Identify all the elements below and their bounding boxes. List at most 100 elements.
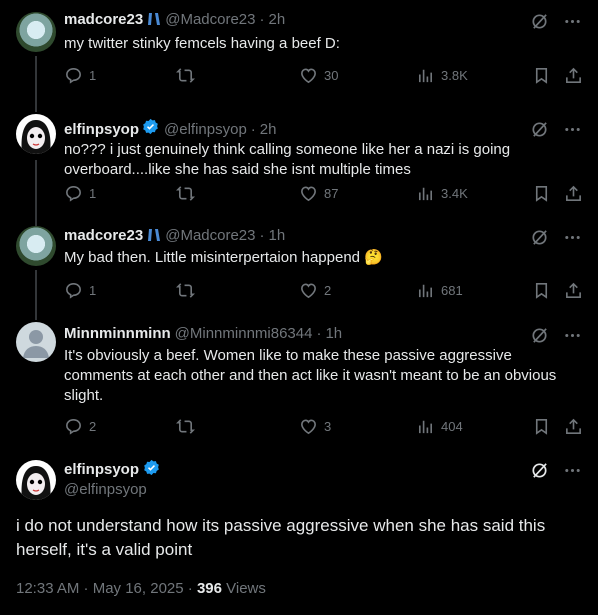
tweet-reply[interactable]: elfinpsyop @elfinpsyop · 2h no??? i just…: [0, 108, 598, 226]
like-button[interactable]: 3: [299, 417, 331, 436]
verified-badge-icon: [142, 118, 159, 141]
retweet-icon: [176, 283, 195, 298]
share-button[interactable]: [564, 417, 583, 436]
tweet-top-actions: [530, 12, 582, 31]
bookmark-button[interactable]: [532, 417, 551, 436]
reply-button[interactable]: 2: [64, 417, 96, 436]
bookmark-button[interactable]: [532, 184, 551, 203]
tweet-actions: 1 2 681: [64, 281, 584, 301]
view-count: 404: [441, 419, 463, 434]
reply-button[interactable]: 1: [64, 66, 96, 85]
user-handle[interactable]: @elfinpsyop: [164, 120, 247, 140]
bookmark-icon: [535, 186, 548, 202]
retweet-icon: [176, 419, 195, 434]
user-handle[interactable]: @elfinpsyop: [64, 481, 147, 498]
like-count: 87: [324, 186, 339, 201]
reply-count: 1: [89, 283, 97, 298]
tweet-header: madcore23 @Madcore23 · 2h: [64, 10, 285, 30]
tweet-top-actions: [530, 326, 582, 345]
views-button[interactable]: 681: [416, 281, 463, 300]
avatar[interactable]: [16, 322, 56, 362]
avatar[interactable]: [16, 226, 56, 266]
share-button[interactable]: [564, 184, 583, 203]
separator-dot: ·: [250, 120, 256, 138]
reply-icon: [66, 419, 81, 435]
heart-icon: [301, 283, 316, 299]
timestamp[interactable]: 12:33 AM · May 16, 2025 ·: [16, 580, 197, 597]
user-handle[interactable]: @Madcore23: [165, 10, 255, 30]
avatar[interactable]: [16, 12, 56, 52]
more-icon[interactable]: [563, 228, 582, 247]
display-name[interactable]: Minnminnminn: [64, 324, 171, 344]
grok-icon[interactable]: [530, 326, 549, 345]
bookmark-button[interactable]: [532, 66, 551, 85]
bookmark-button[interactable]: [532, 281, 551, 300]
grok-icon[interactable]: [530, 12, 549, 31]
reply-button[interactable]: 1: [64, 281, 96, 300]
reply-count: 2: [89, 419, 97, 434]
more-icon[interactable]: [563, 12, 582, 31]
like-button[interactable]: 87: [299, 184, 338, 203]
share-icon: [566, 67, 581, 83]
retweet-icon: [176, 68, 195, 83]
views-button[interactable]: 404: [416, 417, 463, 436]
share-button[interactable]: [564, 66, 583, 85]
reply-button[interactable]: 1: [64, 184, 96, 203]
like-count: 3: [324, 419, 332, 434]
timestamp[interactable]: 2h: [260, 120, 277, 140]
avatar[interactable]: [16, 460, 56, 500]
retweet-button[interactable]: [176, 66, 195, 85]
bookmark-icon: [535, 419, 548, 435]
tweet-header: Minnminnminn @Minnminnmi86344 · 1h: [64, 324, 342, 344]
tweet-text: my twitter stinky femcels having a beef …: [64, 35, 340, 52]
retweet-button[interactable]: [176, 417, 195, 436]
timestamp[interactable]: 1h: [325, 324, 342, 344]
display-name[interactable]: elfinpsyop: [64, 461, 139, 478]
user-handle[interactable]: @Minnminnmi86344: [175, 324, 313, 344]
retweet-button[interactable]: [176, 281, 195, 300]
display-name[interactable]: madcore23: [64, 226, 143, 246]
tweet-top-actions: [530, 228, 582, 247]
share-button[interactable]: [564, 281, 583, 300]
separator-dot: ·: [259, 227, 265, 244]
more-icon[interactable]: [563, 461, 582, 480]
heart-icon: [301, 419, 316, 435]
tweet-reply[interactable]: Minnminnminn @Minnminnmi86344 · 1h It's …: [0, 316, 598, 450]
tweet-reply[interactable]: madcore23 @Madcore23 · 2h my twitter sti…: [0, 0, 598, 108]
tweet-reply[interactable]: madcore23 @Madcore23 · 1h My bad then. L…: [0, 226, 598, 316]
views-chart-icon: [418, 284, 433, 298]
views-chart-icon: [418, 69, 433, 83]
like-button[interactable]: 30: [299, 66, 338, 85]
reply-icon: [66, 186, 81, 202]
thread-line: [35, 56, 37, 108]
grok-icon[interactable]: [530, 120, 549, 139]
tweet-actions: 2 3 404: [64, 417, 584, 437]
user-handle[interactable]: @Madcore23: [165, 226, 255, 246]
more-icon[interactable]: [563, 120, 582, 139]
avatar[interactable]: [16, 114, 56, 154]
display-name[interactable]: elfinpsyop: [64, 120, 139, 140]
thread-line: [35, 160, 37, 226]
views-button[interactable]: 3.8K: [416, 66, 468, 85]
like-button[interactable]: 2: [299, 281, 331, 300]
tweet-header: elfinpsyop @elfinpsyop · 2h: [64, 118, 276, 141]
grok-icon[interactable]: [530, 228, 549, 247]
reply-count: 1: [89, 186, 97, 201]
tweet-top-actions: [530, 461, 582, 480]
timestamp[interactable]: 2h: [269, 10, 286, 30]
bookmark-icon: [535, 68, 548, 84]
display-name[interactable]: madcore23: [64, 10, 143, 30]
heart-icon: [301, 186, 316, 202]
views-button[interactable]: 3.4K: [416, 184, 468, 203]
view-count: 681: [441, 283, 463, 298]
grok-icon[interactable]: [530, 461, 549, 480]
retweet-button[interactable]: [176, 184, 195, 203]
tweet-text: My bad then. Little misinterpertaion hap…: [64, 249, 383, 266]
timestamp[interactable]: 1h: [269, 226, 286, 246]
more-icon[interactable]: [563, 326, 582, 345]
verified-badge-icon: [143, 459, 160, 480]
reply-icon: [66, 283, 81, 299]
separator-dot: ·: [316, 325, 322, 342]
blue-boots-emoji-icon: [147, 228, 161, 244]
thread-line: [35, 270, 37, 316]
